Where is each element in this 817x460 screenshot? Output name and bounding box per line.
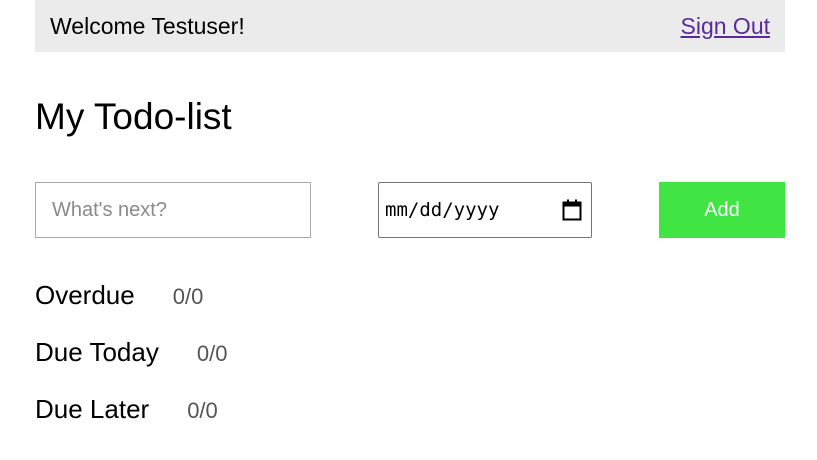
top-bar: Welcome Testuser! Sign Out <box>35 0 785 52</box>
page-title: My Todo-list <box>35 96 232 137</box>
calendar-icon[interactable] <box>561 198 583 222</box>
due-date-input[interactable]: mm/dd/yyyy <box>378 182 592 238</box>
overdue-label: Overdue <box>35 280 135 310</box>
overdue-count: 0/0 <box>172 284 204 309</box>
due-today-section: Due Today 0/0 <box>35 337 227 368</box>
add-button[interactable]: Add <box>659 182 785 238</box>
due-later-label: Due Later <box>35 394 150 424</box>
new-todo-input[interactable] <box>35 182 311 238</box>
due-later-section: Due Later 0/0 <box>35 394 218 425</box>
due-later-count: 0/0 <box>187 398 218 423</box>
overdue-section: Overdue 0/0 <box>35 280 203 311</box>
due-date-placeholder: mm/dd/yyyy <box>385 199 500 221</box>
todo-page: Welcome Testuser! Sign Out My Todo-list … <box>0 0 817 460</box>
due-today-label: Due Today <box>35 337 159 367</box>
welcome-message: Welcome Testuser! <box>50 12 245 39</box>
due-today-count: 0/0 <box>196 341 228 366</box>
sign-out-link[interactable]: Sign Out <box>681 13 771 40</box>
